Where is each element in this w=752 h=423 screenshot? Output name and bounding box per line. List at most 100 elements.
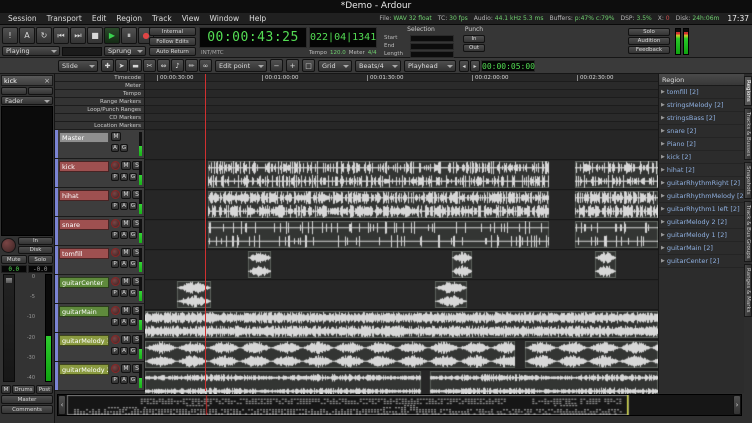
automation-button[interactable]: A xyxy=(120,231,128,239)
summary-overview[interactable]: ‹ › xyxy=(57,394,742,416)
loop-play-button[interactable]: ↻ xyxy=(36,27,52,44)
track-header-master[interactable]: MasterMAG xyxy=(55,130,145,159)
track-lane-master[interactable] xyxy=(145,131,658,160)
auto-return-toggle[interactable]: Auto Return xyxy=(149,47,196,56)
menu-window[interactable]: Window xyxy=(205,13,245,25)
menu-track[interactable]: Track xyxy=(147,13,177,25)
region-item-guitarrhythmmelody-2[interactable]: ▶guitarRhythmMelody [2] xyxy=(659,190,744,203)
track-lane-tomfill[interactable] xyxy=(145,251,658,280)
region-item-kick-2[interactable]: ▶kick [2] xyxy=(659,151,744,164)
record-arm-button[interactable] xyxy=(111,335,120,344)
group-button[interactable]: G xyxy=(129,318,137,326)
metering-button[interactable]: M xyxy=(1,385,11,394)
summary-scroll-right-button[interactable]: › xyxy=(733,395,741,415)
region-item-stringsmelody-2[interactable]: ▶stringsMelody [2] xyxy=(659,99,744,112)
strip-solo-button[interactable]: Solo xyxy=(28,255,54,264)
track-lane-snare[interactable] xyxy=(145,221,658,250)
internal-edit-mode-button[interactable]: ∞ xyxy=(199,59,212,72)
automation-button[interactable]: A xyxy=(120,289,128,297)
grab-mode-button[interactable]: ➤ xyxy=(115,59,128,72)
snap-mode-combo[interactable]: Grid xyxy=(318,60,352,72)
track-lane-hihat[interactable] xyxy=(145,191,658,220)
group-button[interactable]: G xyxy=(129,173,137,181)
group-button[interactable]: G xyxy=(129,231,137,239)
monitor-input-button[interactable]: In xyxy=(18,237,53,245)
go-to-end-button[interactable]: ⏭ xyxy=(70,27,86,44)
region-item-piano-2[interactable]: ▶Piano [2] xyxy=(659,138,744,151)
record-arm-button[interactable] xyxy=(111,219,120,228)
ruler-lane-timecode[interactable]: 00:00:30:0000:01:00:0000:01:30:0000:02:0… xyxy=(145,74,658,82)
side-tab-ranges-marks[interactable]: Ranges & Marks xyxy=(744,264,752,317)
ruler-meter[interactable]: Meter xyxy=(55,82,144,90)
gain-display[interactable]: 0.0 xyxy=(1,265,27,273)
ruler-lane-loop-punch-ranges[interactable] xyxy=(145,106,658,114)
automation-button[interactable]: A xyxy=(111,144,119,152)
playlist-button[interactable]: P xyxy=(111,231,119,239)
playlist-button[interactable]: P xyxy=(111,318,119,326)
disclosure-triangle-icon[interactable]: ▶ xyxy=(661,128,665,134)
zoom-fit-button[interactable]: □ xyxy=(302,59,315,72)
mute-button[interactable]: M xyxy=(121,306,131,315)
mute-button[interactable]: M xyxy=(111,132,121,141)
fader-handle[interactable] xyxy=(5,277,13,284)
ruler-lane-cd-markers[interactable] xyxy=(145,114,658,122)
follow-edits-toggle[interactable]: Follow Edits xyxy=(149,37,196,46)
disclosure-triangle-icon[interactable]: ▶ xyxy=(661,167,665,173)
record-arm-button[interactable] xyxy=(111,277,120,286)
ruler-lanes[interactable]: 00:00:30:0000:01:00:0000:01:30:0000:02:0… xyxy=(145,74,658,130)
region-item-tomfill-2[interactable]: ▶tomfill [2] xyxy=(659,86,744,99)
region-item-snare-2[interactable]: ▶snare [2] xyxy=(659,125,744,138)
draw-mode-button[interactable]: ✏ xyxy=(185,59,198,72)
edit-point-combo[interactable]: Edit point xyxy=(215,60,267,72)
record-arm-button[interactable] xyxy=(111,248,120,257)
track-name[interactable]: guitarCenter xyxy=(59,277,109,288)
region-item-guitarrhythmright-2[interactable]: ▶guitarRhythmRight [2] xyxy=(659,177,744,190)
side-tab-tracks-busses[interactable]: Tracks & Busses xyxy=(744,108,752,160)
ruler-range-markers[interactable]: Range Markers xyxy=(55,98,144,106)
disclosure-triangle-icon[interactable]: ▶ xyxy=(661,115,665,121)
fader-combo[interactable]: Fader xyxy=(1,96,53,105)
zoom-focus-combo[interactable]: Playhead xyxy=(404,60,456,72)
menu-view[interactable]: View xyxy=(177,13,205,25)
mute-button[interactable]: M xyxy=(121,335,131,344)
monitor-disk-button[interactable]: Disk xyxy=(18,246,53,254)
track-header-hihat[interactable]: hihatMSPAG xyxy=(55,188,145,217)
ruler-lane-location-markers[interactable] xyxy=(145,122,658,130)
shuttle-style-combo[interactable]: Sprung xyxy=(104,46,146,56)
edit-mode-combo[interactable]: Slide xyxy=(58,60,98,72)
strip-mute-button[interactable]: Mute xyxy=(1,255,27,264)
playlist-button[interactable]: P xyxy=(111,260,119,268)
cut-mode-button[interactable]: ✂ xyxy=(143,59,156,72)
playlist-button[interactable]: P xyxy=(111,376,119,384)
menu-edit[interactable]: Edit xyxy=(87,13,112,25)
disclosure-triangle-icon[interactable]: ▶ xyxy=(661,141,665,147)
record-arm-button[interactable] xyxy=(111,306,120,315)
side-tab-track-bus-groups[interactable]: Track & Bus Groups xyxy=(744,201,752,263)
track-name[interactable]: guitarMain xyxy=(59,306,109,317)
track-lane-guitarmelody-1[interactable] xyxy=(145,341,658,370)
ruler-tempo[interactable]: Tempo xyxy=(55,90,144,98)
punch-in-button[interactable]: In xyxy=(463,35,485,43)
record-arm-button[interactable] xyxy=(111,364,120,373)
menu-transport[interactable]: Transport xyxy=(42,13,87,25)
automation-button[interactable]: A xyxy=(120,376,128,384)
ruler-lane-meter[interactable] xyxy=(145,82,658,90)
menu-region[interactable]: Region xyxy=(111,13,147,25)
disclosure-triangle-icon[interactable]: ▶ xyxy=(661,219,665,225)
output-button[interactable]: Master xyxy=(1,395,53,404)
audition-mode-button[interactable]: ♪ xyxy=(171,59,184,72)
meter-point-button[interactable]: Post xyxy=(36,385,53,394)
track-name[interactable]: guitarMelody 2 xyxy=(59,364,109,375)
disclosure-triangle-icon[interactable]: ▶ xyxy=(661,232,665,238)
track-header-guitarcenter[interactable]: guitarCenterMSPAG xyxy=(55,275,145,304)
selection-length-value[interactable] xyxy=(410,51,454,58)
go-to-start-button[interactable]: ⏮ xyxy=(53,27,69,44)
side-tab-snapshots[interactable]: Snapshots xyxy=(744,162,752,199)
playlist-button[interactable]: P xyxy=(111,347,119,355)
track-name[interactable]: Master xyxy=(59,132,109,143)
midi-panic-button[interactable]: ! xyxy=(2,27,18,44)
disclosure-triangle-icon[interactable]: ▶ xyxy=(661,206,665,212)
menu-session[interactable]: Session xyxy=(3,13,42,25)
comments-button[interactable]: Comments xyxy=(1,405,53,414)
range-mode-button[interactable]: ▬ xyxy=(129,59,142,72)
